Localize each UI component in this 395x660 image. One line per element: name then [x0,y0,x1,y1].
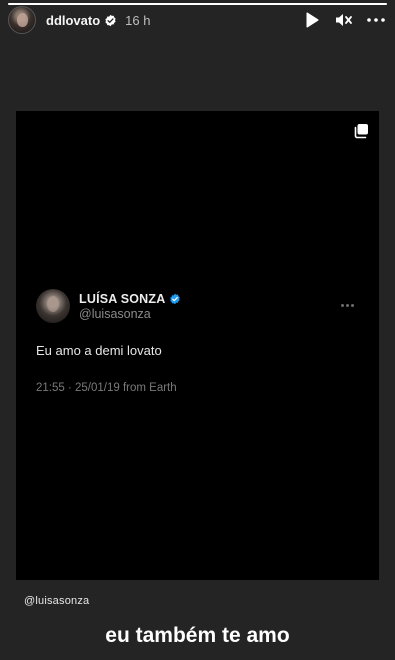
verified-badge-icon [105,14,116,26]
tweet-meta: 21:55 · 25/01/19 from Earth [36,382,177,394]
play-icon[interactable] [303,11,321,29]
tweet-card: LUÍSA SONZA @luisasonza Eu amo a demi lo… [36,289,361,394]
story-timestamp: 16 h [125,12,151,28]
story-controls [303,11,387,29]
tweet-author: LUÍSA SONZA @luisasonza [79,292,181,321]
tweet-more-icon [341,304,355,308]
verified-badge-icon [170,293,181,304]
copy-icon [354,124,368,139]
speaker-muted-icon[interactable] [335,11,353,29]
shared-post[interactable]: LUÍSA SONZA @luisasonza Eu amo a demi lo… [16,111,379,580]
tweet-handle: @luisasonza [79,306,151,321]
tweet-avatar [36,289,70,323]
tweet-text: Eu amo a demi lovato [36,343,162,358]
more-horizontal-icon[interactable] [367,11,385,29]
tweet-header: LUÍSA SONZA @luisasonza [36,289,361,323]
story-progress-bar [8,3,387,5]
story-caption: eu também te amo [105,624,290,647]
avatar[interactable] [8,6,36,34]
story-header: ddlovato 16 h [8,6,387,34]
tweet-display-name: LUÍSA SONZA [79,291,166,306]
story-username[interactable]: ddlovato [46,13,100,28]
mention-sticker[interactable]: @luisasonza [24,595,89,607]
story-progress-fill [8,3,387,5]
tweet-name-row: LUÍSA SONZA [79,292,181,306]
